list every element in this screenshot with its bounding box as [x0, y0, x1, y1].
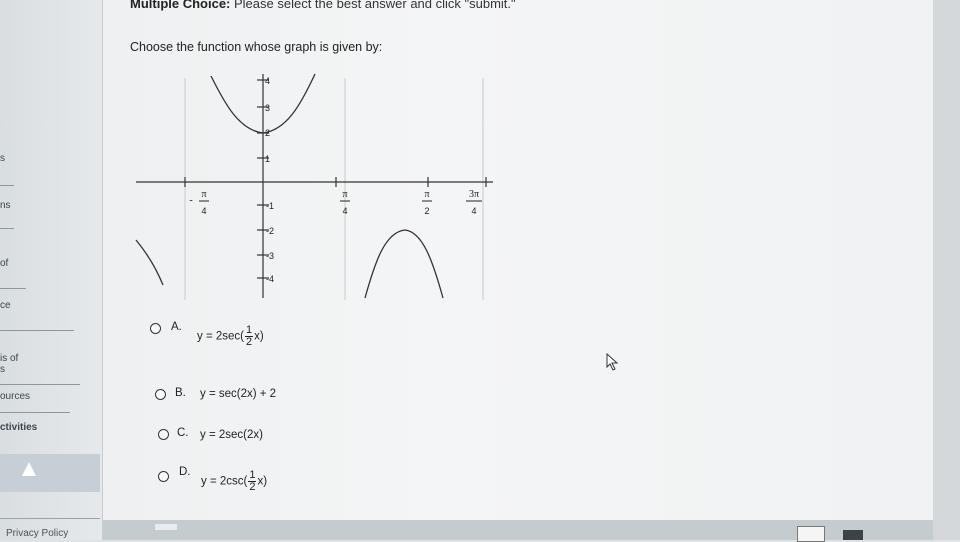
sidebar-item[interactable]: is of: [0, 353, 18, 364]
option-b-formula[interactable]: y = sec(2x) + 2: [200, 388, 276, 400]
divider: [0, 185, 14, 186]
divider: [0, 412, 70, 413]
option-c-formula[interactable]: y = 2sec(2x): [200, 429, 263, 441]
y-tick-label: -1: [266, 201, 274, 211]
right-panel-edge: [933, 0, 960, 540]
divider: [0, 228, 14, 229]
sec-branch-lower: [364, 229, 444, 299]
mouse-cursor-icon: [606, 353, 619, 371]
y-tick-label: 1: [265, 154, 270, 164]
sec-branch-left: [135, 239, 164, 286]
x-tick-num: π: [201, 189, 206, 200]
option-d-formula[interactable]: y = 2csc(1 2 x): [201, 470, 267, 493]
x-tick-num: π: [342, 189, 347, 200]
y-tick-label: 2: [265, 128, 270, 138]
y-tick-label: -4: [266, 274, 274, 284]
sidebar-item[interactable]: s: [0, 153, 5, 164]
main-content: Multiple Choice: Please select the best …: [103, 0, 933, 540]
option-d-letter: D.: [179, 466, 191, 478]
y-tick-label: 4: [265, 76, 270, 86]
y-tick-label: -3: [266, 251, 274, 261]
y-tick-label: 3: [265, 103, 270, 113]
sidebar-item[interactable]: of: [0, 258, 8, 269]
sidebar-item-resources[interactable]: ources: [0, 391, 30, 402]
footer-bar: [103, 520, 933, 542]
x-tick-den: 4: [471, 206, 476, 216]
divider: [0, 288, 26, 289]
sidebar-item[interactable]: ns: [0, 200, 11, 211]
option-d-radio[interactable]: [158, 471, 169, 482]
x-tick-num: π: [424, 189, 429, 200]
sidebar-active-block[interactable]: [0, 454, 100, 492]
divider: [0, 384, 80, 385]
next-page-button[interactable]: [843, 530, 863, 540]
sidebar-item[interactable]: s: [0, 364, 5, 375]
divider: [0, 330, 74, 331]
x-tick-den: 4: [342, 206, 347, 216]
up-arrow-icon[interactable]: [22, 462, 36, 476]
footer-tab[interactable]: [155, 524, 177, 530]
option-b-radio[interactable]: [155, 389, 166, 400]
x-tick-den: 2: [424, 206, 429, 216]
sidebar: s ns of ce is of s ources ctivities Priv…: [0, 0, 103, 540]
x-tick-num: 3π: [469, 189, 479, 200]
option-c-radio[interactable]: [158, 429, 169, 440]
option-c-letter: C.: [177, 427, 189, 439]
sidebar-item[interactable]: ce: [0, 300, 11, 311]
y-tick-label: -2: [266, 226, 274, 236]
function-graph: 4 3 2 1 -1 -2 -3 -4 - π 4 π 4 π 2 3π 4: [135, 73, 493, 300]
privacy-policy-link[interactable]: Privacy Policy: [6, 528, 68, 539]
x-tick-den: 4: [201, 206, 206, 216]
sidebar-item-activities[interactable]: ctivities: [0, 422, 37, 433]
x-tick-sign: -: [189, 195, 192, 206]
option-a-radio[interactable]: [150, 323, 161, 334]
option-b-letter: B.: [175, 387, 186, 399]
divider: [0, 518, 100, 519]
option-a-letter: A.: [171, 321, 182, 333]
option-a-formula[interactable]: y = 2sec(1 2 x): [197, 325, 264, 348]
